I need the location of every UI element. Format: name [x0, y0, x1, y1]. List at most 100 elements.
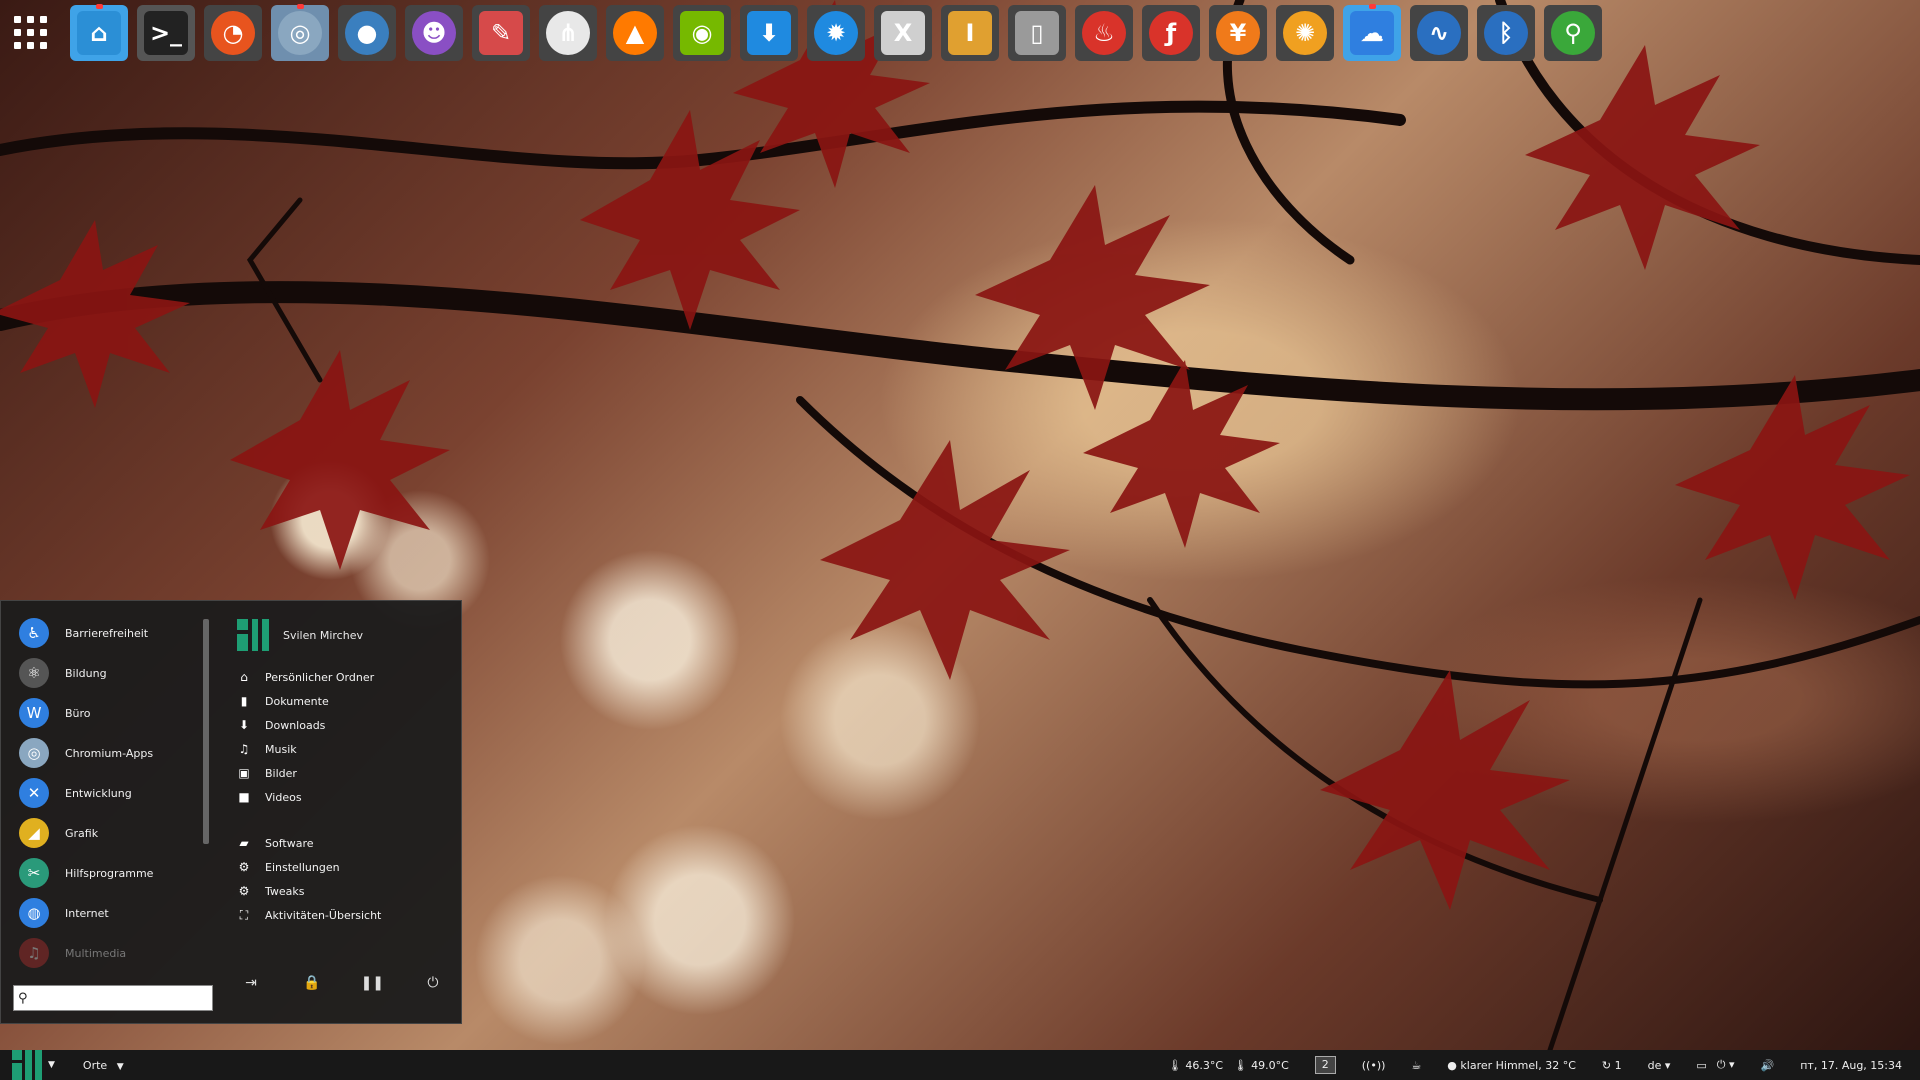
- system-icon: ⚙: [238, 860, 250, 874]
- category-label: Büro: [65, 706, 91, 720]
- volume-icon[interactable]: 🔊: [1761, 1059, 1775, 1072]
- dock-earth-button[interactable]: ●: [338, 5, 396, 61]
- category-item[interactable]: W Büro: [19, 693, 199, 733]
- download-icon: ⬇: [747, 11, 791, 55]
- dock-cutlery-button[interactable]: ¥: [1209, 5, 1267, 61]
- bottom-panel: ▼ Orte ▼ 🌡 46.3°C 🌡 49.0°C 2 ((•)) ☕ ● k…: [0, 1050, 1920, 1080]
- vlc-icon: ▲: [613, 11, 657, 55]
- system-item[interactable]: ⚙ Einstellungen: [237, 855, 447, 879]
- category-icon: ✕: [19, 778, 49, 808]
- app-grid-button[interactable]: [14, 16, 48, 50]
- place-icon: ♫: [238, 742, 250, 756]
- earth-icon: ●: [345, 11, 389, 55]
- dock-files-button[interactable]: ⌂: [70, 4, 128, 61]
- category-item[interactable]: ✂ Hilfsprogramme: [19, 853, 199, 893]
- waveform-icon: ∿: [1417, 11, 1461, 55]
- start-menu: ♿ Barrierefreiheit ⚛ Bildung W Büro ◎ Chromium-…: [0, 600, 462, 1024]
- keyboard-layout[interactable]: de ▾: [1648, 1059, 1671, 1072]
- category-label: Barrierefreiheit: [65, 626, 149, 640]
- xsane-icon: ✺: [1283, 11, 1327, 55]
- place-item[interactable]: ♫ Musik: [237, 737, 447, 761]
- clock[interactable]: пт, 17. Aug, 15:34: [1800, 1059, 1902, 1072]
- java-icon: ♨: [1082, 11, 1126, 55]
- workspace-indicator[interactable]: 2: [1314, 1056, 1336, 1074]
- dock-nvidia-button[interactable]: ◉: [673, 5, 731, 61]
- dock-chromium-button[interactable]: ◎: [271, 4, 329, 61]
- dock-mplab-xide-button[interactable]: X: [874, 5, 932, 61]
- place-label: Videos: [265, 790, 302, 804]
- thermometer-icon: 🌡: [1167, 1058, 1182, 1072]
- dock-waveform-button[interactable]: ∿: [1410, 5, 1468, 61]
- menu-button-logo-icon[interactable]: [12, 1050, 42, 1080]
- dock-xsane-button[interactable]: ✺: [1276, 5, 1334, 61]
- dock-weather-button[interactable]: ☁: [1343, 4, 1401, 61]
- dock-flash-button[interactable]: ƒ: [1142, 5, 1200, 61]
- dock-search-button[interactable]: ⚲: [1544, 5, 1602, 61]
- chevron-down-icon: ▾: [1664, 1058, 1671, 1072]
- system-item[interactable]: ⛶ Aktivitäten-Übersicht: [237, 903, 447, 927]
- weather-indicator[interactable]: ● klarer Himmel, 32 °C: [1447, 1059, 1576, 1072]
- category-item[interactable]: ⚛ Bildung: [19, 653, 199, 693]
- category-item[interactable]: ♿ Barrierefreiheit: [19, 613, 199, 653]
- place-item[interactable]: ■ Videos: [237, 785, 447, 809]
- system-item[interactable]: ▰ Software: [237, 831, 447, 855]
- category-icon: ◎: [19, 738, 49, 768]
- power-icon[interactable]: ⏻: [419, 971, 447, 995]
- dock-firefox-button[interactable]: ◔: [204, 5, 262, 61]
- dock-antenna-button[interactable]: ⋔: [539, 5, 597, 61]
- dock-editor-button[interactable]: ✎: [472, 5, 530, 61]
- cutlery-icon: ¥: [1216, 11, 1260, 55]
- mplab-ipe-icon: I: [948, 11, 992, 55]
- chevron-down-icon: ▼: [116, 1061, 124, 1072]
- user-name: Svilen Mirchev: [283, 628, 363, 642]
- category-label: Entwicklung: [65, 786, 132, 800]
- top-dock: ⌂ >_ ◔ ◎ ● ☻ ✎ ⋔ ▲ ◉ ⬇ ✹ X I ▯ ♨ ƒ ¥ ✺ ☁ ∿ ᛒ ⚲: [0, 2, 1920, 64]
- menu-search-input[interactable]: [36, 989, 200, 1007]
- category-item[interactable]: ✕ Entwicklung: [19, 773, 199, 813]
- place-item[interactable]: ▮ Dokumente: [237, 689, 447, 713]
- user-entry[interactable]: Svilen Mirchev: [237, 615, 447, 655]
- logout-icon[interactable]: ⇥: [237, 971, 265, 995]
- wireless-icon[interactable]: ((•)): [1362, 1059, 1386, 1072]
- search-icon: ⚲: [18, 990, 28, 1006]
- suspend-icon[interactable]: ❚❚: [358, 971, 386, 995]
- cpu-temp[interactable]: 🌡 46.3°C 🌡 49.0°C: [1168, 1059, 1289, 1072]
- updates-indicator[interactable]: ↻ 1: [1602, 1059, 1622, 1072]
- place-item[interactable]: ⌂ Persönlicher Ordner: [237, 665, 447, 689]
- category-label: Grafik: [65, 826, 99, 840]
- chromium-icon: ◎: [278, 11, 322, 55]
- dock-terminal-button[interactable]: >_: [137, 5, 195, 61]
- search-icon: ⚲: [1551, 11, 1595, 55]
- dock-vlc-button[interactable]: ▲: [606, 5, 664, 61]
- system-icon: ▰: [239, 836, 249, 850]
- dock-java-button[interactable]: ♨: [1075, 5, 1133, 61]
- menu-search-box[interactable]: ⚲: [13, 985, 213, 1011]
- dock-document-button[interactable]: ▯: [1008, 5, 1066, 61]
- category-item[interactable]: ♫ Multimedia: [19, 933, 199, 973]
- place-item[interactable]: ⬇ Downloads: [237, 713, 447, 737]
- place-item[interactable]: ▣ Bilder: [237, 761, 447, 785]
- category-item[interactable]: ◢ Grafik: [19, 813, 199, 853]
- category-scrollbar[interactable]: [203, 619, 209, 844]
- screen-icon[interactable]: ▭: [1696, 1059, 1706, 1072]
- place-label: Bilder: [265, 766, 297, 780]
- category-label: Hilfsprogramme: [65, 866, 154, 880]
- power-menu-icon[interactable]: ⏻ ▾: [1717, 1058, 1735, 1072]
- dock-download-button[interactable]: ⬇: [740, 5, 798, 61]
- coffee-icon[interactable]: ☕: [1411, 1059, 1421, 1072]
- dock-mplab-ipe-button[interactable]: I: [941, 5, 999, 61]
- dock-bluetooth-button[interactable]: ᛒ: [1477, 5, 1535, 61]
- dock-settings-button[interactable]: ✹: [807, 5, 865, 61]
- category-list: ♿ Barrierefreiheit ⚛ Bildung W Büro ◎ Chromium-…: [19, 613, 199, 973]
- places-menu[interactable]: Orte ▼: [83, 1059, 124, 1072]
- category-item[interactable]: ◎ Chromium-Apps: [19, 733, 199, 773]
- category-label: Bildung: [65, 666, 107, 680]
- menu-chevron-down-icon[interactable]: ▼: [48, 1060, 55, 1070]
- category-item[interactable]: ◍ Internet: [19, 893, 199, 933]
- lock-icon[interactable]: 🔒: [298, 971, 326, 995]
- dock-bird-button[interactable]: ☻: [405, 5, 463, 61]
- flash-icon: ƒ: [1149, 11, 1193, 55]
- weather-icon: ☁: [1350, 11, 1394, 55]
- mplab-xide-icon: X: [881, 11, 925, 55]
- system-item[interactable]: ⚙ Tweaks: [237, 879, 447, 903]
